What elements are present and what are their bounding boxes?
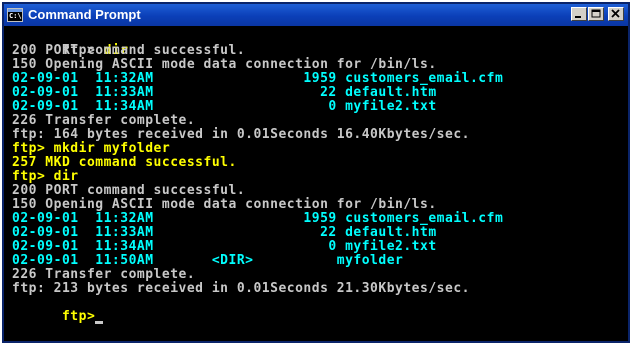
console-line: ftp: 164 bytes received in 0.01Seconds 1… [12, 127, 470, 142]
console-line: ftp> dir [12, 30, 129, 58]
console-icon-text: C:\ [9, 12, 22, 20]
text-cursor [95, 321, 104, 324]
console-line: 150 Opening ASCII mode data connection f… [12, 57, 437, 72]
console-line: 257 MKD command successful. [12, 155, 237, 170]
title-bar[interactable]: C:\ Command Prompt [4, 4, 628, 26]
console-line: 226 Transfer complete. [12, 267, 196, 282]
console-line: 200 PORT command successful. [12, 183, 246, 198]
listing-line: 02-09-01 11:33AM 22 default.htm [12, 225, 437, 240]
minimize-button[interactable] [571, 7, 587, 21]
maximize-button[interactable] [588, 7, 604, 21]
console-icon[interactable]: C:\ [7, 8, 23, 22]
console-line: ftp: 213 bytes received in 0.01Seconds 2… [12, 281, 470, 296]
minimize-icon [575, 16, 581, 18]
prompt-text: ftp> [61, 309, 96, 324]
console-output[interactable]: ftp> dir 200 PORT command successful. 15… [4, 26, 628, 341]
console-line: 200 PORT command successful. [12, 43, 246, 58]
maximize-icon [591, 9, 601, 18]
close-icon [611, 9, 620, 18]
close-button[interactable] [608, 7, 624, 21]
listing-line: 02-09-01 11:34AM 0 myfile2.txt [12, 239, 437, 254]
listing-line: 02-09-01 11:32AM 1959 customers_email.cf… [12, 71, 504, 86]
console-line: 226 Transfer complete. [12, 113, 196, 128]
command-prompt-window: C:\ Command Prompt ftp> dir 200 PORT com… [2, 2, 630, 343]
listing-line: 02-09-01 11:33AM 22 default.htm [12, 85, 437, 100]
command-line: ftp> dir [12, 169, 79, 184]
command-line: ftp> mkdir myfolder [12, 141, 171, 156]
prompt-line[interactable]: ftp> [12, 296, 104, 324]
listing-line: 02-09-01 11:34AM 0 myfile2.txt [12, 99, 437, 114]
window-title: Command Prompt [28, 7, 141, 22]
console-line: 150 Opening ASCII mode data connection f… [12, 197, 437, 212]
listing-line: 02-09-01 11:32AM 1959 customers_email.cf… [12, 211, 504, 226]
listing-line: 02-09-01 11:50AM <DIR> myfolder [12, 253, 404, 268]
